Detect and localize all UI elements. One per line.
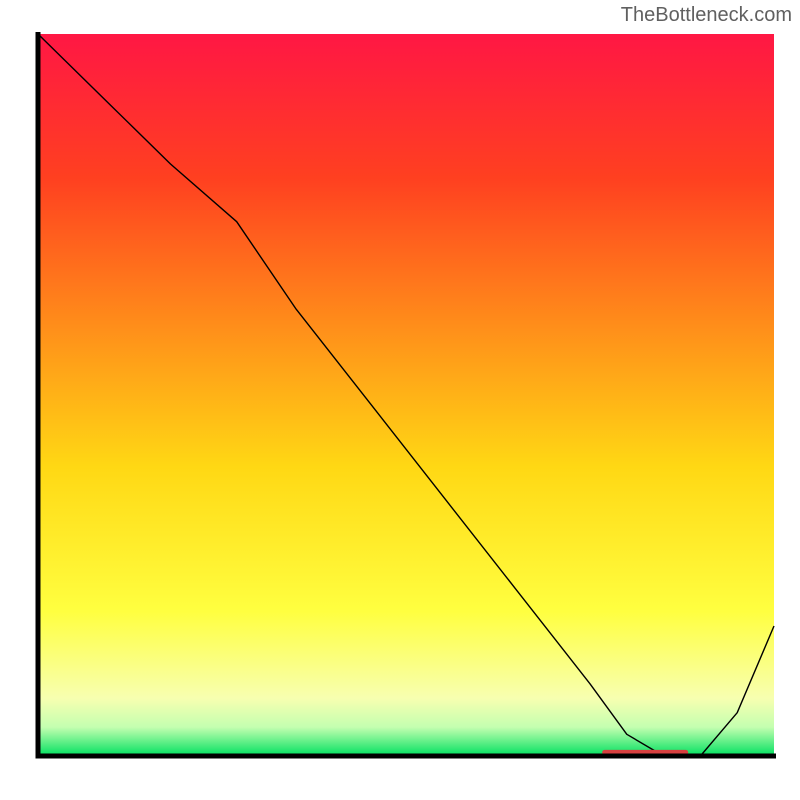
watermark: TheBottleneck.com [621,4,792,27]
chart-svg [20,30,780,780]
chart-container [20,30,780,780]
